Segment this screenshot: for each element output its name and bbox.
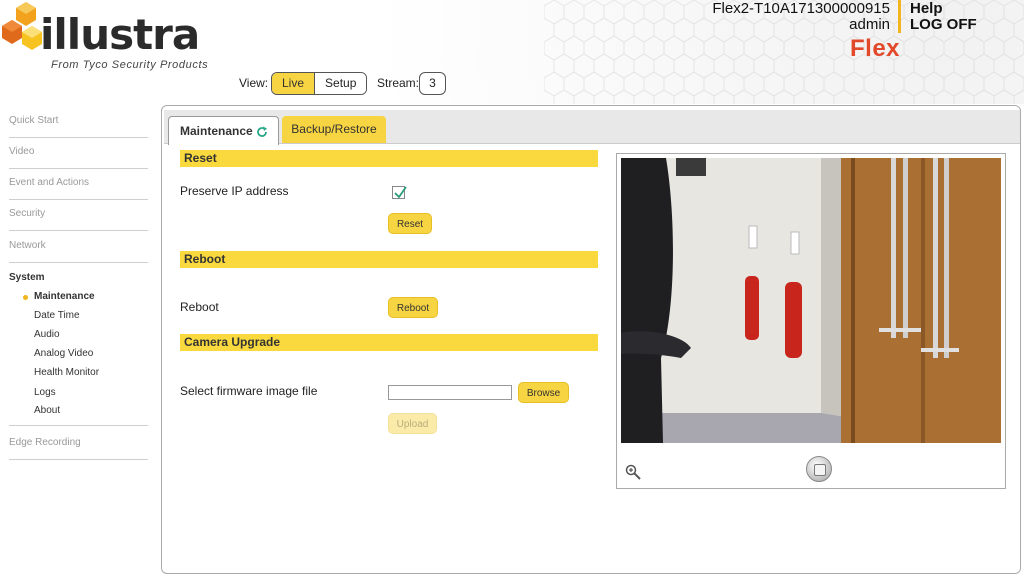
main-panel: Maintenance Backup/Restore Reset Preserv… <box>161 105 1021 574</box>
live-video-feed[interactable] <box>621 158 1001 443</box>
sidebar-item-about[interactable]: About <box>34 405 60 416</box>
tab-strip: Maintenance Backup/Restore <box>164 110 1020 145</box>
video-preview-frame <box>616 153 1006 489</box>
header-divider <box>898 0 901 33</box>
zoom-in-icon[interactable] <box>625 464 641 480</box>
illustra-logo: illustra From Tyco Security Products <box>0 0 220 75</box>
tab-backup-restore[interactable]: Backup/Restore <box>282 116 386 143</box>
sidebar-item-network[interactable]: Network <box>9 240 148 263</box>
tab-maintenance-label: Maintenance <box>180 124 253 138</box>
sidebar: Quick Start Video Event and Actions Secu… <box>0 104 150 582</box>
view-label: View: <box>239 76 269 90</box>
header: illustra From Tyco Security Products Fle… <box>0 0 1024 104</box>
logo-wordmark: illustra <box>40 10 200 59</box>
stop-icon[interactable] <box>806 456 832 482</box>
reset-section-header: Reset <box>180 150 598 167</box>
stream-selector[interactable]: 3 <box>419 72 446 95</box>
sidebar-item-logs[interactable]: Logs <box>34 387 56 398</box>
reboot-section-header: Reboot <box>180 251 598 268</box>
sidebar-item-analog-video[interactable]: Analog Video <box>34 348 93 359</box>
firmware-file-input[interactable] <box>388 385 512 400</box>
refresh-icon[interactable] <box>256 126 268 138</box>
logoff-link[interactable]: LOG OFF <box>910 16 977 33</box>
reset-button[interactable]: Reset <box>388 213 432 234</box>
camera-upgrade-section-header: Camera Upgrade <box>180 334 598 351</box>
reboot-label: Reboot <box>180 300 219 314</box>
stream-label: Stream: <box>377 76 420 90</box>
sidebar-divider <box>9 425 148 426</box>
sidebar-item-security[interactable]: Security <box>9 208 148 231</box>
logo-tagline: From Tyco Security Products <box>51 59 209 71</box>
upload-button: Upload <box>388 413 437 434</box>
sidebar-item-event-actions[interactable]: Event and Actions <box>9 177 148 200</box>
sidebar-item-maintenance[interactable]: Maintenance <box>34 291 95 302</box>
sidebar-item-quick-start[interactable]: Quick Start <box>9 115 148 138</box>
sidebar-item-audio[interactable]: Audio <box>34 329 60 340</box>
sidebar-item-edge-recording[interactable]: Edge Recording <box>9 437 148 460</box>
current-user: admin <box>849 16 890 33</box>
help-link[interactable]: Help <box>910 0 943 17</box>
reboot-button[interactable]: Reboot <box>388 297 438 318</box>
view-switch: Live Setup <box>271 72 368 95</box>
sidebar-item-video[interactable]: Video <box>9 146 148 169</box>
view-setup-button[interactable]: Setup <box>314 73 367 94</box>
firmware-file-label: Select firmware image file <box>180 384 318 398</box>
sidebar-item-health-monitor[interactable]: Health Monitor <box>34 367 99 378</box>
browse-button[interactable]: Browse <box>518 382 569 403</box>
preserve-ip-checkbox[interactable] <box>392 186 407 199</box>
device-name: Flex2-T10A171300000915 <box>712 0 890 17</box>
checkmark-icon <box>394 186 407 199</box>
camera-scene-image <box>621 158 1001 443</box>
flex-product-logo: Flex <box>850 35 901 62</box>
sidebar-item-date-time[interactable]: Date Time <box>34 310 80 321</box>
tab-maintenance[interactable]: Maintenance <box>168 116 279 145</box>
preserve-ip-label: Preserve IP address <box>180 184 289 198</box>
view-live-button[interactable]: Live <box>272 73 315 94</box>
sidebar-item-system[interactable]: System <box>9 272 45 283</box>
active-bullet-icon <box>23 295 28 300</box>
